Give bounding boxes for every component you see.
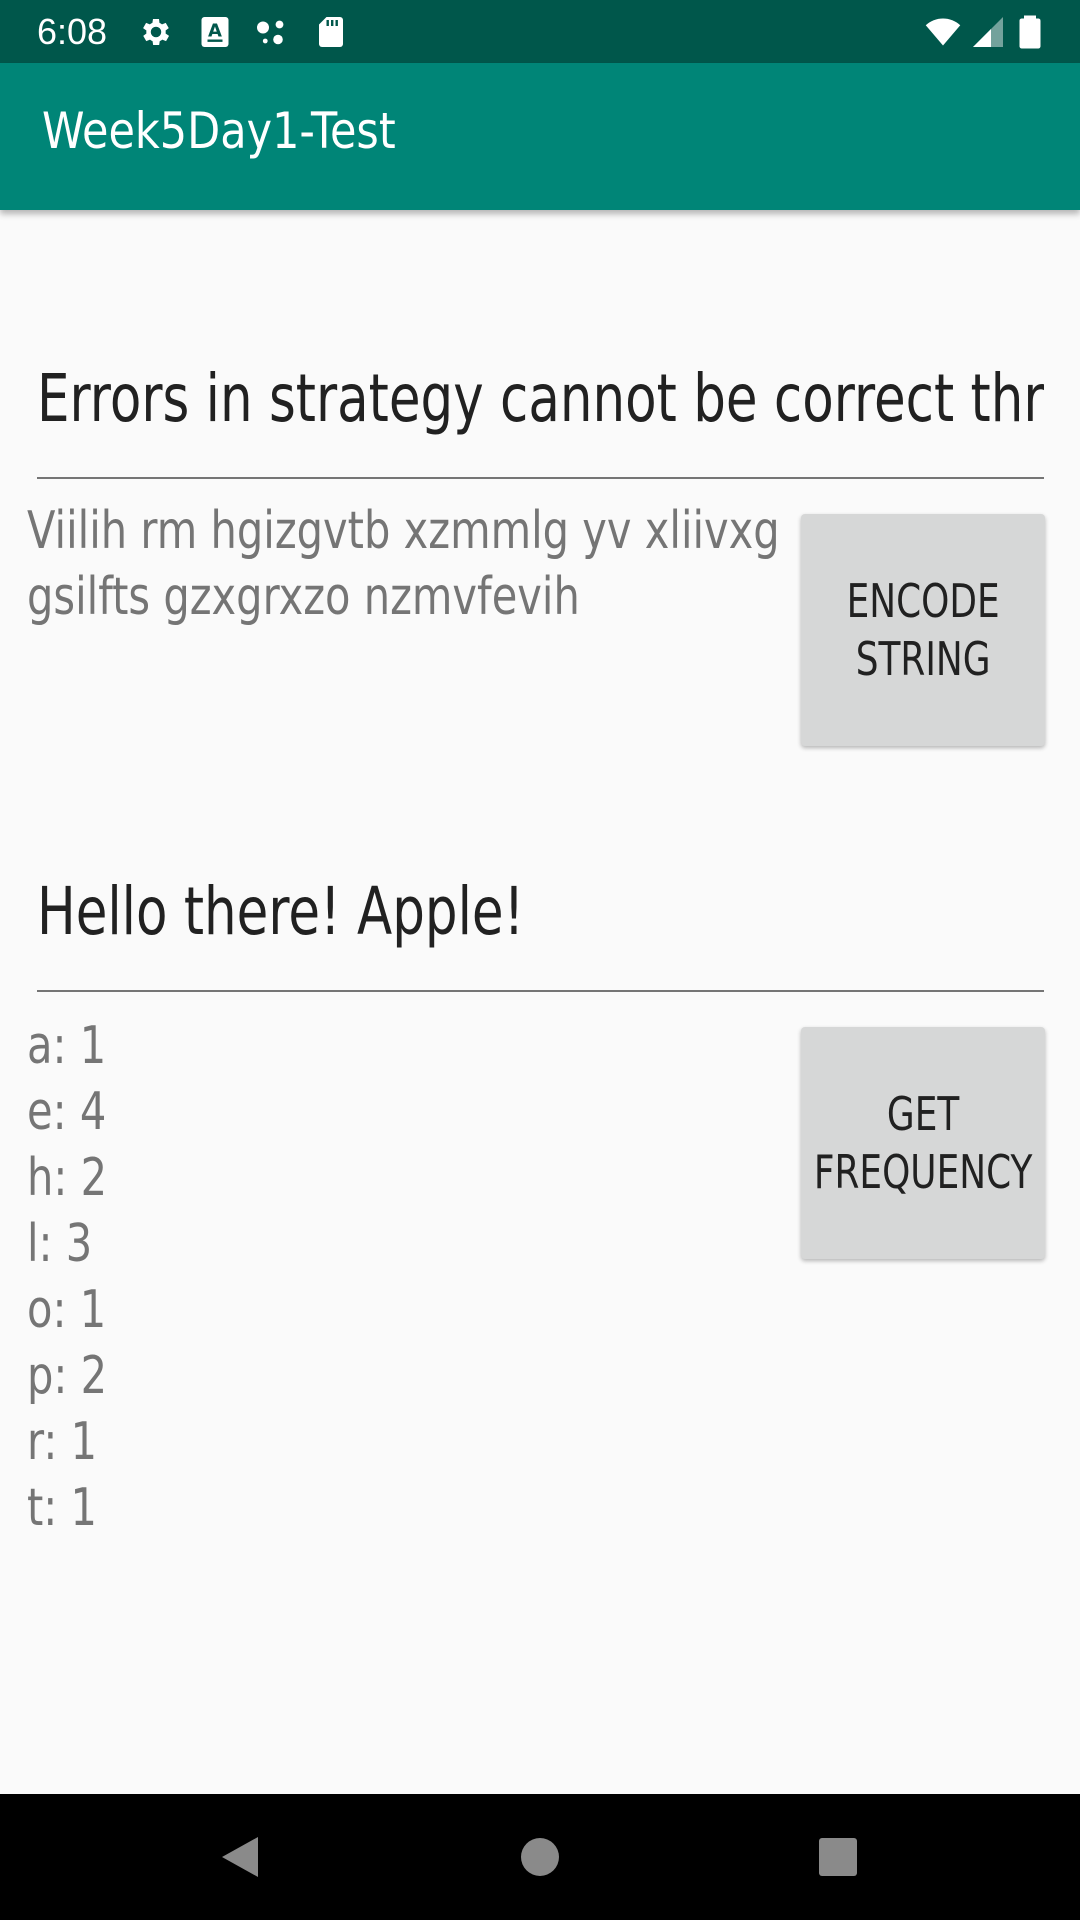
assistant-dots-icon <box>254 14 290 50</box>
frequency-input[interactable]: Hello there! Apple! <box>37 880 1044 992</box>
app-bar: Week5Day1-Test <box>0 63 1080 210</box>
encoded-output-line: gsilfts gzxgrxzo nzmvfevih <box>27 567 580 627</box>
frequency-output-line: h: 2 <box>27 1148 108 1208</box>
encode-string-button[interactable]: ENCODE STRING <box>801 514 1045 746</box>
wifi-icon <box>922 14 964 50</box>
svg-text:A: A <box>208 21 222 42</box>
encode-input-text: Errors in strategy cannot be correct thr <box>37 367 1044 437</box>
frequency-output-line: r: 1 <box>27 1412 98 1472</box>
navigation-bar <box>0 1794 1080 1920</box>
status-bar: 6:08 A <box>0 0 1080 63</box>
cell-signal-icon <box>970 14 1006 50</box>
home-icon[interactable] <box>510 1827 570 1887</box>
encode-string-button-label: ENCODE STRING <box>846 574 1000 686</box>
text-recognition-icon: A <box>197 14 233 50</box>
frequency-output-line: o: 1 <box>27 1280 107 1340</box>
frequency-input-text: Hello there! Apple! <box>37 880 525 950</box>
frequency-output-line: a: 1 <box>27 1016 107 1076</box>
frequency-output-line: t: 1 <box>27 1478 98 1538</box>
status-time: 6:08 <box>37 11 108 52</box>
get-frequency-button[interactable]: GET FREQUENCY <box>801 1027 1045 1259</box>
encoded-output: Viilih rm hgizgvtb xzmmlg yv xliivxg gsi… <box>27 498 780 630</box>
back-icon[interactable] <box>210 1827 270 1887</box>
app-title: Week5Day1-Test <box>42 102 396 160</box>
encoded-output-line: Viilih rm hgizgvtb xzmmlg yv xliivxg <box>27 501 780 561</box>
get-frequency-button-label: GET FREQUENCY <box>813 1087 1033 1199</box>
sd-card-icon <box>313 14 349 50</box>
recents-icon[interactable] <box>808 1827 868 1887</box>
frequency-output-line: p: 2 <box>27 1346 108 1406</box>
frequency-output-line: e: 4 <box>27 1082 107 1142</box>
screen: 6:08 A Week5Day1-Test Errors in strategy… <box>0 0 1080 1920</box>
encode-input[interactable]: Errors in strategy cannot be correct thr <box>37 367 1044 479</box>
battery-icon <box>1012 14 1048 50</box>
frequency-output-line: l: 3 <box>27 1214 93 1274</box>
frequency-output: a: 1 e: 4 h: 2 l: 3 o: 1 p: 2 r: 1 t: 1 <box>27 1013 651 1541</box>
settings-icon <box>138 14 174 50</box>
